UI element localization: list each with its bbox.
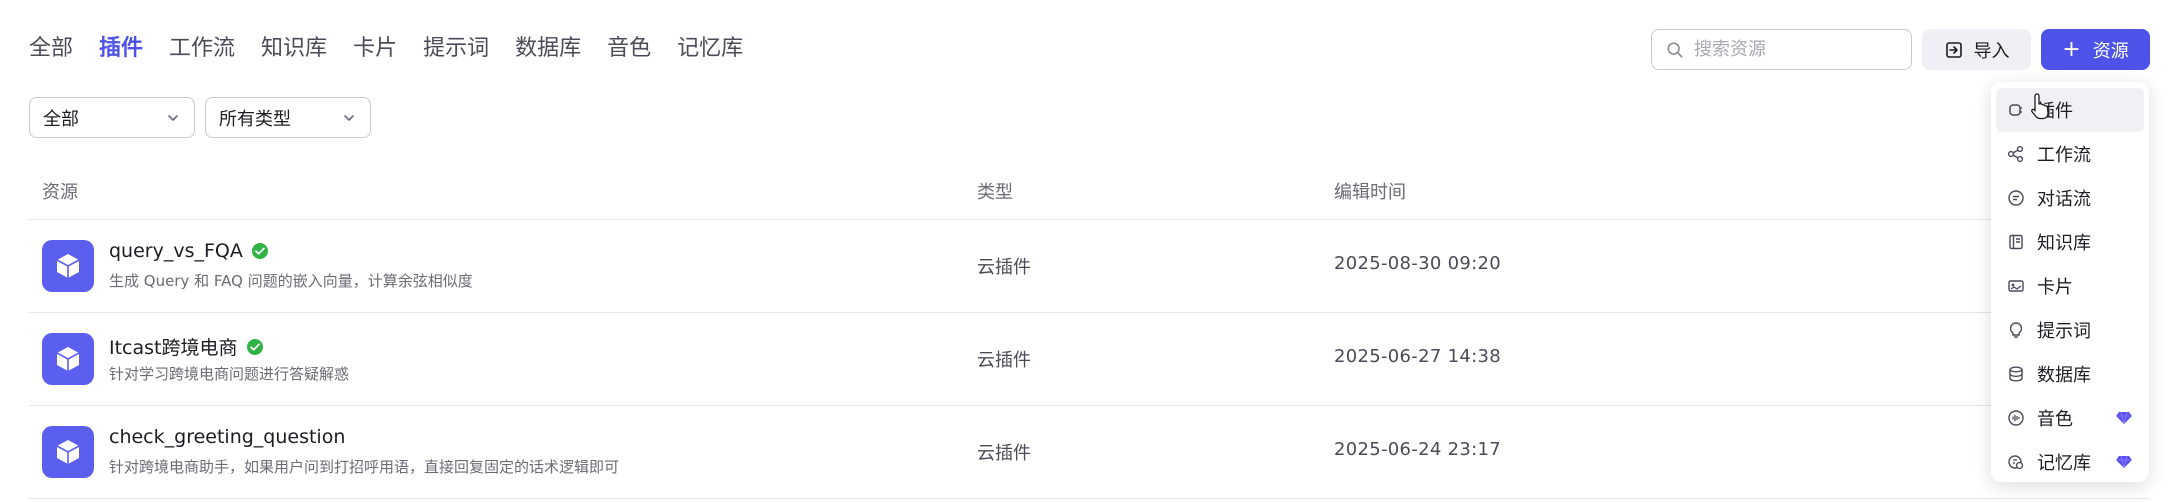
hand-cursor-icon — [2031, 93, 2049, 120]
table-row[interactable]: query_vs_FQA 生成 Query 和 FAQ 问题的嵌入向量，计算余弦… — [29, 220, 2149, 313]
resource-description: 针对跨境电商助手，如果用户问到打招呼用语，直接回复固定的话术逻辑即可 — [109, 458, 620, 476]
column-header-resource: 资源 — [42, 182, 78, 203]
column-header-edited: 编辑时间 — [1334, 182, 1406, 203]
add-resource-label: 资源 — [2092, 40, 2129, 62]
chevron-down-icon — [344, 114, 354, 121]
resource-name[interactable]: check_greeting_question — [109, 426, 345, 448]
menu-item-workflow[interactable]: 工作流 — [1996, 132, 2144, 176]
chatflow-icon — [2008, 190, 2024, 206]
resource-description: 生成 Query 和 FAQ 问题的嵌入向量，计算余弦相似度 — [109, 272, 473, 290]
menu-item-label: 提示词 — [2037, 321, 2091, 342]
premium-diamond-icon — [2116, 455, 2132, 469]
add-resource-menu: 插件 工作流 对话流 知识库 卡片 提示词 数据库 音色 记忆库 — [1991, 82, 2149, 482]
menu-item-label: 对话流 — [2037, 189, 2091, 210]
resource-edited-time: 2025-08-30 09:20 — [1334, 253, 1502, 274]
type-filter-value: 所有类型 — [219, 108, 291, 130]
tab-workflow[interactable]: 工作流 — [169, 34, 235, 64]
menu-item-prompt[interactable]: 提示词 — [1996, 308, 2144, 352]
tab-prompt[interactable]: 提示词 — [423, 34, 489, 64]
table-header: 资源 类型 编辑时间 — [29, 178, 2149, 220]
tab-database[interactable]: 数据库 — [515, 34, 581, 64]
resource-name-text: check_greeting_question — [109, 426, 346, 448]
voice-icon — [2008, 410, 2024, 426]
resource-edited-time: 2025-06-24 23:17 — [1334, 439, 1502, 460]
resource-name[interactable]: Itcast跨境电商 — [109, 333, 264, 360]
verified-check-icon — [251, 243, 268, 259]
menu-item-label: 知识库 — [2037, 233, 2091, 254]
resource-edited-time: 2025-06-27 14:38 — [1334, 346, 1502, 367]
menu-item-label: 数据库 — [2037, 365, 2091, 386]
chevron-down-icon — [168, 114, 178, 121]
search-icon — [1667, 41, 1683, 58]
verified-check-icon — [246, 338, 263, 355]
import-icon — [1945, 41, 1962, 58]
scope-filter-select[interactable]: 全部 — [29, 97, 195, 138]
workflow-icon — [2007, 145, 2024, 163]
resource-name[interactable]: query_vs_FQA — [109, 240, 269, 262]
menu-item-label: 卡片 — [2037, 277, 2073, 298]
scope-filter-value: 全部 — [43, 108, 79, 130]
tab-memory[interactable]: 记忆库 — [677, 34, 743, 64]
resource-tabs: 全部 插件 工作流 知识库 卡片 提示词 数据库 音色 记忆库 — [29, 34, 769, 64]
table-row[interactable]: check_greeting_question 针对跨境电商助手，如果用户问到打… — [29, 406, 2149, 499]
tab-plugin[interactable]: 插件 — [99, 34, 143, 64]
resource-name-text: Itcast跨境电商 — [109, 337, 238, 359]
prompt-icon — [2009, 322, 2023, 338]
tab-knowledge[interactable]: 知识库 — [261, 34, 327, 64]
premium-diamond-icon — [2116, 411, 2132, 425]
menu-item-database[interactable]: 数据库 — [1996, 352, 2144, 396]
column-header-type: 类型 — [977, 182, 1013, 203]
plugin-icon — [2009, 104, 2022, 116]
resource-description: 针对学习跨境电商问题进行答疑解惑 — [109, 365, 350, 383]
plugin-cube-icon — [42, 240, 94, 292]
menu-item-memory[interactable]: 记忆库 — [1996, 440, 2144, 484]
table-row[interactable]: Itcast跨境电商 针对学习跨境电商问题进行答疑解惑 云插件 2025-06-… — [29, 313, 2149, 406]
menu-item-label: 记忆库 — [2037, 453, 2091, 474]
import-label: 导入 — [1973, 40, 2010, 62]
menu-item-voice[interactable]: 音色 — [1996, 396, 2144, 440]
plus-icon: + — [2062, 36, 2081, 62]
menu-item-chatflow[interactable]: 对话流 — [1996, 176, 2144, 220]
resource-name-text: query_vs_FQA — [109, 240, 243, 262]
database-icon — [2009, 366, 2023, 382]
menu-item-plugin[interactable]: 插件 — [1996, 88, 2144, 132]
type-filter-select[interactable]: 所有类型 — [205, 97, 371, 138]
plugin-cube-icon — [42, 333, 94, 385]
search-input[interactable] — [1694, 39, 1894, 60]
menu-item-label: 工作流 — [2037, 145, 2091, 166]
menu-item-label: 音色 — [2037, 409, 2073, 430]
resource-type: 云插件 — [977, 350, 1031, 371]
tab-all[interactable]: 全部 — [29, 34, 73, 64]
add-resource-button[interactable]: + 资源 — [2041, 29, 2150, 70]
knowledge-icon — [2009, 234, 2023, 250]
resource-type: 云插件 — [977, 257, 1031, 278]
search-box[interactable] — [1651, 29, 1912, 70]
resource-type: 云插件 — [977, 443, 1031, 464]
tab-voice[interactable]: 音色 — [607, 34, 651, 64]
tab-card[interactable]: 卡片 — [353, 34, 397, 64]
card-icon — [2008, 280, 2024, 292]
import-button[interactable]: 导入 — [1922, 29, 2031, 70]
memory-icon — [2008, 455, 2024, 470]
plugin-cube-icon — [42, 426, 94, 478]
menu-item-card[interactable]: 卡片 — [1996, 264, 2144, 308]
menu-item-knowledge[interactable]: 知识库 — [1996, 220, 2144, 264]
